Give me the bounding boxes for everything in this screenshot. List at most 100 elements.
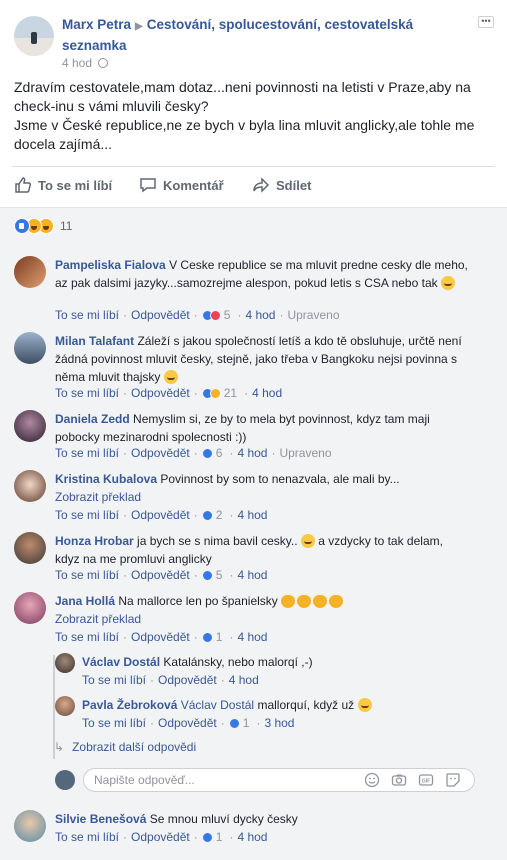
avatar[interactable] [14, 470, 46, 502]
comment-body: Kristina Kubalova Povinnost by som to ne… [55, 470, 470, 488]
comment-time[interactable]: 4 hod [237, 830, 267, 844]
comment-author[interactable]: Honza Hrobar [55, 534, 134, 548]
comment-time[interactable]: 4 hod [237, 630, 267, 644]
reaction-count: 5 [223, 308, 231, 322]
reaction-count: 1 [215, 830, 223, 844]
comment-author[interactable]: Daniela Zedd [55, 412, 130, 426]
author-name[interactable]: Marx Petra [62, 17, 131, 32]
reply-link[interactable]: Odpovědět [131, 386, 190, 400]
like-reaction-icon [201, 509, 213, 521]
comment-text: Povinnost by som to nenazvala, ale mali … [160, 472, 400, 486]
emoji-icon[interactable] [364, 772, 380, 788]
tagged-user[interactable]: Václav Dostál [181, 698, 254, 712]
edited-label: Upraveno [279, 446, 332, 460]
comment-reactions[interactable]: 21 [201, 386, 237, 400]
like-link[interactable]: To se mi líbí [55, 830, 119, 844]
comment-time[interactable]: 4 hod [252, 386, 282, 400]
reaction-count: 5 [215, 568, 223, 582]
reply-author[interactable]: Pavla Žebroková [82, 698, 177, 712]
reply-time[interactable]: 4 hod [229, 673, 259, 687]
reactions-count: 11 [60, 219, 73, 233]
comment-body: Jana Hollá Na mallorce len po španielsky [55, 592, 470, 610]
reply-link[interactable]: Odpovědět [158, 673, 217, 687]
reply-link[interactable]: Odpovědět [131, 446, 190, 460]
comment-time[interactable]: 4 hod [237, 568, 267, 582]
like-link[interactable]: To se mi líbí [55, 508, 119, 522]
reactions-summary[interactable]: 11 [14, 218, 72, 234]
author-avatar[interactable] [14, 16, 54, 56]
comment-author[interactable]: Kristina Kubalova [55, 472, 157, 486]
reply-link[interactable]: Odpovědět [131, 568, 190, 582]
laughing-cat-emoji-icon [281, 595, 296, 608]
comment-time[interactable]: 4 hod [237, 508, 267, 522]
like-link[interactable]: To se mi líbí [55, 446, 119, 460]
comment-body: Honza Hrobar ja bych se s nima bavil ces… [55, 532, 455, 568]
comment-author[interactable]: Milan Talafant [55, 334, 134, 348]
reply-input-box[interactable]: GIF [83, 768, 475, 792]
comment-meta: To se mi líbí · Odpovědět · 1 · 4 hod [55, 630, 268, 644]
reply-time[interactable]: 3 hod [264, 716, 294, 730]
like-link[interactable]: To se mi líbí [55, 630, 119, 644]
comment-reactions[interactable]: 6 [201, 446, 222, 460]
reply-link[interactable]: Odpovědět [131, 830, 190, 844]
avatar[interactable] [14, 532, 46, 564]
share-button[interactable]: Sdílet [252, 176, 311, 194]
comment-reactions[interactable]: 1 [201, 830, 223, 844]
more-replies-label: Zobrazit další odpovědi [72, 740, 197, 754]
options-menu-icon[interactable]: ••• [478, 16, 494, 28]
reply-link[interactable]: Odpovědět [158, 716, 217, 730]
comment-author[interactable]: Jana Hollá [55, 594, 115, 608]
edited-label: Upraveno [287, 308, 340, 322]
avatar [55, 770, 75, 790]
comment-reactions[interactable]: 2 [201, 508, 222, 522]
reply-text: mallorquí, když už [257, 698, 355, 712]
comment-reactions[interactable]: 1 [201, 630, 222, 644]
post-time[interactable]: 4 hod [62, 56, 92, 70]
share-label: Sdílet [276, 177, 312, 193]
like-link[interactable]: To se mi líbí [55, 568, 119, 582]
reply-text: Katalánsky, nebo malorqí ,-) [163, 655, 313, 669]
avatar[interactable] [55, 653, 75, 673]
avatar[interactable] [55, 696, 75, 716]
avatar[interactable] [14, 410, 46, 442]
comment-time[interactable]: 4 hod [245, 308, 275, 322]
sticker-icon[interactable] [445, 772, 461, 788]
like-link[interactable]: To se mi líbí [55, 308, 119, 322]
like-button[interactable]: To se mi líbí [14, 176, 112, 194]
comment-time[interactable]: 4 hod [237, 446, 267, 460]
share-icon [253, 177, 270, 193]
avatar[interactable] [14, 256, 46, 288]
translate-link[interactable]: Zobrazit překlad [55, 610, 141, 628]
more-replies-link[interactable]: ↳ Zobrazit další odpovědi [54, 740, 196, 754]
comment-body: Silvie Benešová Se mnou mluví dycky česk… [55, 810, 470, 828]
comment-meta: To se mi líbí · Odpovědět · 1 · 4 hod [55, 830, 268, 844]
smile-emoji-icon [163, 370, 178, 384]
comment-author[interactable]: Pampeliska Fialova [55, 258, 166, 272]
reply-input[interactable] [94, 772, 344, 788]
comment-body: Daniela Zedd Nemyslim si, ze by to mela … [55, 410, 450, 446]
avatar[interactable] [14, 332, 46, 364]
comment-button[interactable]: Komentář [139, 176, 224, 194]
translate-link[interactable]: Zobrazit překlad [55, 488, 141, 506]
comment-reactions[interactable]: 5 [201, 308, 231, 322]
comment-author[interactable]: Silvie Benešová [55, 812, 146, 826]
avatar[interactable] [14, 810, 46, 842]
laughing-cat-emoji-icon [329, 595, 344, 608]
reply-author[interactable]: Václav Dostál [82, 655, 160, 669]
love-reaction-icon [209, 309, 221, 321]
gif-icon[interactable]: GIF [418, 772, 434, 788]
comment-reactions[interactable]: 5 [201, 568, 223, 582]
reply-link[interactable]: Odpovědět [131, 508, 190, 522]
like-link[interactable]: To se mi líbí [82, 716, 146, 730]
avatar[interactable] [14, 592, 46, 624]
comment-meta: To se mi líbí · Odpovědět · 2 · 4 hod [55, 508, 268, 522]
like-reaction-icon [14, 218, 30, 234]
like-link[interactable]: To se mi líbí [55, 386, 119, 400]
like-link[interactable]: To se mi líbí [82, 673, 146, 687]
like-reaction-icon [201, 447, 213, 459]
reply-link[interactable]: Odpovědět [131, 630, 190, 644]
camera-icon[interactable] [391, 772, 407, 788]
reply-reactions[interactable]: 1 [228, 716, 249, 730]
reply-link[interactable]: Odpovědět [131, 308, 190, 322]
globe-icon [98, 58, 109, 68]
